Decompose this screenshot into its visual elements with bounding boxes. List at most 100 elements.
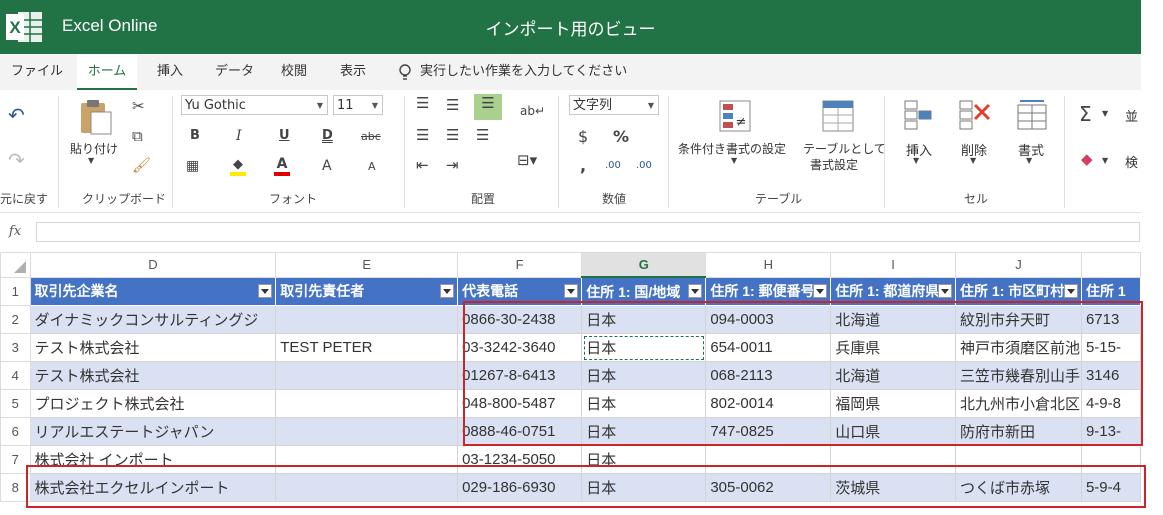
- filter-dropdown-icon[interactable]: [258, 283, 273, 298]
- cell[interactable]: テスト株式会社: [29, 361, 277, 390]
- filter-dropdown-icon[interactable]: [440, 283, 455, 298]
- strikethrough-button[interactable]: abc: [361, 130, 381, 143]
- select-all-corner[interactable]: [0, 252, 31, 278]
- decrease-decimal-button[interactable]: .00: [636, 160, 652, 171]
- chevron-down-icon[interactable]: ▼: [1026, 156, 1032, 165]
- column-header-f[interactable]: F: [457, 252, 583, 278]
- font-color-icon[interactable]: A: [274, 156, 290, 176]
- chevron-down-icon[interactable]: ▼: [913, 156, 919, 165]
- shrink-font-button[interactable]: A: [368, 160, 376, 173]
- borders-icon[interactable]: ▦: [186, 158, 199, 174]
- bold-button[interactable]: B: [190, 128, 200, 143]
- number-format-select[interactable]: 文字列 ▼: [569, 95, 659, 115]
- percent-button[interactable]: %: [613, 127, 629, 146]
- format-as-table-icon[interactable]: [822, 100, 856, 134]
- chevron-down-icon[interactable]: ▼: [1102, 109, 1108, 118]
- cut-icon[interactable]: ✂: [132, 97, 145, 115]
- row-header[interactable]: 5: [0, 389, 31, 418]
- format-cells-icon[interactable]: [1016, 99, 1048, 131]
- font-name-value: Yu Gothic: [185, 98, 246, 113]
- cell[interactable]: [275, 389, 459, 418]
- filter-dropdown-icon[interactable]: [1063, 283, 1078, 298]
- format-as-table-label-2[interactable]: 書式設定: [810, 156, 858, 173]
- cell[interactable]: プロジェクト株式会社: [29, 389, 277, 418]
- align-center-icon[interactable]: ☰: [446, 126, 459, 144]
- cell[interactable]: リアルエステートジャパン: [29, 417, 277, 446]
- delete-cells-icon[interactable]: [958, 99, 992, 131]
- tab-file[interactable]: ファイル: [11, 54, 63, 90]
- filter-dropdown-icon[interactable]: [938, 283, 953, 298]
- insert-cells-icon[interactable]: [903, 99, 933, 131]
- align-bottom-icon[interactable]: ☰: [474, 94, 502, 120]
- tell-me-search[interactable]: 実行したい作業を入力してください: [420, 54, 627, 90]
- tab-review[interactable]: 校閲: [281, 54, 307, 90]
- filter-dropdown-icon[interactable]: [688, 284, 703, 298]
- cell[interactable]: ダイナミックコンサルティングジ: [29, 305, 277, 334]
- align-right-icon[interactable]: ☰: [476, 126, 489, 144]
- chevron-down-icon[interactable]: ▼: [88, 156, 94, 165]
- document-title[interactable]: インポート用のビュー: [0, 15, 1141, 40]
- column-header-e[interactable]: E: [275, 252, 459, 278]
- column-header-h[interactable]: H: [705, 252, 832, 278]
- align-middle-icon[interactable]: ☰: [446, 96, 459, 114]
- conditional-formatting-icon[interactable]: ≠: [719, 100, 753, 134]
- conditional-formatting-label[interactable]: 条件付き書式の設定: [678, 140, 786, 157]
- autosum-icon[interactable]: Σ: [1079, 102, 1092, 126]
- chevron-down-icon[interactable]: ▼: [731, 156, 737, 165]
- sort-filter-label[interactable]: 並: [1125, 106, 1138, 125]
- row-header[interactable]: 6: [0, 417, 31, 446]
- filter-dropdown-icon[interactable]: [813, 283, 828, 298]
- grow-font-button[interactable]: A: [322, 158, 332, 174]
- column-header-i[interactable]: I: [830, 252, 957, 278]
- clear-icon[interactable]: ◆: [1081, 150, 1093, 168]
- tab-view[interactable]: 表示: [340, 54, 366, 90]
- font-name-select[interactable]: Yu Gothic ▼: [181, 95, 328, 115]
- align-top-icon[interactable]: ☰: [416, 94, 429, 112]
- tab-home[interactable]: ホーム: [77, 54, 137, 90]
- wrap-text-icon[interactable]: ab↵: [520, 104, 545, 118]
- increase-indent-icon[interactable]: ⇥: [446, 156, 459, 174]
- font-size-select[interactable]: 11 ▼: [333, 95, 383, 115]
- formula-input[interactable]: [36, 222, 1140, 242]
- copy-icon[interactable]: ⧉: [132, 127, 143, 145]
- merge-center-icon[interactable]: ⊟▾: [517, 151, 537, 169]
- comma-style-button[interactable]: ,: [580, 156, 586, 175]
- table-header-cell[interactable]: 取引先企業名: [29, 276, 277, 306]
- cell[interactable]: TEST PETER: [275, 333, 459, 362]
- column-header-k[interactable]: [1080, 252, 1141, 278]
- format-painter-icon[interactable]: 🖌: [132, 156, 151, 174]
- redo-icon[interactable]: ↷: [8, 148, 25, 172]
- double-underline-button[interactable]: D: [322, 128, 333, 143]
- row-header[interactable]: 4: [0, 361, 31, 390]
- paste-label[interactable]: 貼り付け: [70, 140, 118, 157]
- chevron-down-icon[interactable]: ▼: [1102, 156, 1108, 165]
- align-left-icon[interactable]: ☰: [416, 126, 429, 144]
- column-header-d[interactable]: D: [29, 252, 277, 278]
- find-select-label[interactable]: 検: [1125, 152, 1138, 171]
- fill-color-icon[interactable]: ◆: [230, 157, 246, 176]
- column-header-j[interactable]: J: [955, 252, 1082, 278]
- cell[interactable]: [275, 305, 459, 334]
- currency-button[interactable]: $: [578, 127, 588, 146]
- tab-data[interactable]: データ: [215, 54, 254, 90]
- row-header[interactable]: 3: [0, 333, 31, 362]
- undo-icon[interactable]: ↶: [8, 103, 25, 127]
- cell[interactable]: テスト株式会社: [29, 333, 277, 362]
- filter-dropdown-icon[interactable]: [564, 283, 579, 298]
- divider: [1064, 96, 1065, 208]
- tab-insert[interactable]: 挿入: [157, 54, 183, 90]
- format-as-table-label-1[interactable]: テーブルとして: [803, 140, 886, 157]
- underline-button[interactable]: U: [279, 128, 290, 143]
- column-header-g[interactable]: G: [581, 252, 707, 278]
- cell[interactable]: [275, 417, 459, 446]
- row-header[interactable]: 2: [0, 305, 31, 334]
- decrease-indent-icon[interactable]: ⇤: [416, 156, 429, 174]
- row-header[interactable]: 1: [0, 276, 31, 306]
- italic-button[interactable]: I: [236, 128, 242, 144]
- increase-decimal-button[interactable]: .00: [605, 160, 621, 171]
- cell[interactable]: [275, 361, 459, 390]
- highlight-box: [26, 465, 1146, 508]
- paste-icon[interactable]: [78, 98, 114, 136]
- table-header-cell[interactable]: 取引先責任者: [275, 276, 459, 306]
- chevron-down-icon[interactable]: ▼: [970, 156, 976, 165]
